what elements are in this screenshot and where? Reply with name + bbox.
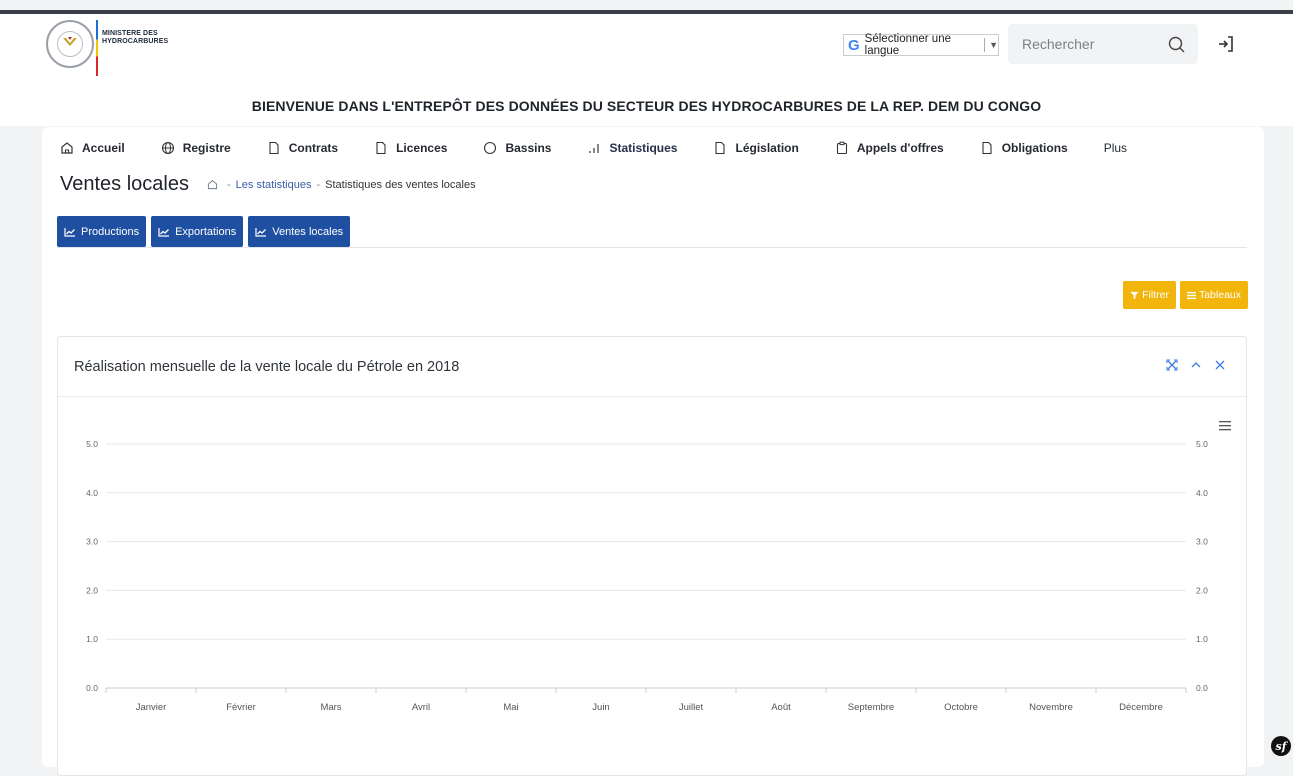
x-tick-label: Juillet [679, 702, 704, 713]
y-tick-label: 1.0 [86, 634, 98, 644]
x-tick-label: Juin [592, 702, 609, 713]
x-tick-label: Octobre [944, 702, 978, 713]
y2-tick-label: 1.0 [1196, 634, 1208, 644]
y-tick-label: 2.0 [86, 585, 98, 595]
x-tick-label: Avril [412, 702, 430, 713]
x-tick-label: Janvier [136, 702, 167, 713]
y2-tick-label: 3.0 [1196, 537, 1208, 547]
x-tick-label: Décembre [1119, 702, 1163, 713]
x-tick-label: Mai [503, 702, 518, 713]
y2-tick-label: 5.0 [1196, 439, 1208, 449]
chart-area: 0.0 1.0 2.0 3.0 4.0 5.0 0.0 1.0 2.0 3.0 4.0 5.0 Janv… [86, 439, 1208, 713]
x-tick-label: Novembre [1029, 702, 1073, 713]
y-tick-label: 4.0 [86, 488, 98, 498]
symfony-badge[interactable]: sf [1271, 736, 1291, 756]
y-tick-label: 5.0 [86, 439, 98, 449]
y2-tick-label: 2.0 [1196, 585, 1208, 595]
y2-tick-label: 0.0 [1196, 683, 1208, 693]
y-tick-label: 3.0 [86, 537, 98, 547]
x-tick-label: Septembre [848, 702, 894, 713]
y2-tick-label: 4.0 [1196, 488, 1208, 498]
x-tick-label: Mars [320, 702, 341, 713]
chart-menu-icon[interactable] [1218, 420, 1232, 432]
y-tick-label: 0.0 [86, 683, 98, 693]
x-tick-label: Février [226, 702, 256, 713]
x-tick-label: Août [771, 702, 791, 713]
